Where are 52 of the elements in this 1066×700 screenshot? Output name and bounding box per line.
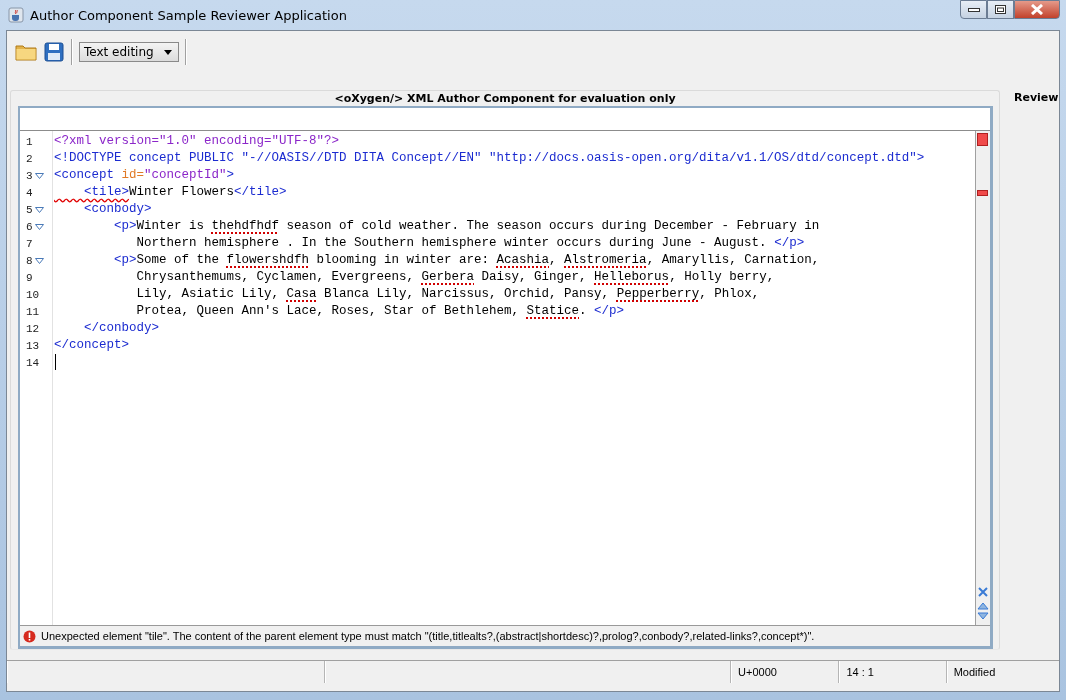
maximize-button[interactable] <box>987 0 1014 19</box>
code-line: <concept id="conceptId"> <box>53 167 236 184</box>
up-down-arrows-icon[interactable] <box>977 601 989 621</box>
code-line: Lily, Asiatic Lily, Casa Blanca Lily, Narcissus, Orchid, Pansy, Pepperberry, Phlox, <box>135 286 761 303</box>
code-line: Chrysanthemums, Cyclamen, Evergreens, Gerbera Daisy, Ginger, Helleborus, Holly berry, <box>135 269 776 286</box>
line-number: 3 <box>26 169 33 182</box>
minimize-icon <box>967 6 980 13</box>
line-number: 14 <box>26 356 40 369</box>
code-line: Protea, Queen Ann's Lace, Roses, Star of Bethlehem, Statice. </p> <box>135 303 626 320</box>
minimize-button[interactable] <box>960 0 987 19</box>
code-line: <?xml version="1.0" encoding="UTF-8"?> <box>53 133 341 150</box>
line-number: 4 <box>26 186 33 199</box>
error-marker[interactable] <box>977 133 988 146</box>
error-icon <box>23 629 36 643</box>
cursor-position: 14 : 1 <box>839 661 947 683</box>
error-message: Unexpected element "tile". The content of the parent element type must match "(title,titlealts?,(abstract|shortdesc)?,prolog?,conbody?,related-links?,concept*)". <box>41 630 815 642</box>
line-number: 1 <box>26 135 33 148</box>
line-number: 7 <box>26 237 33 250</box>
save-icon[interactable] <box>43 41 65 63</box>
caret-icon <box>163 49 172 55</box>
error-marker[interactable] <box>977 190 988 196</box>
document-status: Modified <box>946 661 1059 683</box>
code-line: <!DOCTYPE concept PUBLIC "-//OASIS//DTD DITA Concept//EN" "http://docs.oasis-open.org/dita/v1.1/OS/dtd/concept.dtd"> <box>53 150 926 167</box>
mode-dropdown[interactable]: Text editing <box>79 42 179 62</box>
line-number: 8 <box>26 254 33 267</box>
code-line: <tile>Winter Flowers</tile> <box>83 184 288 201</box>
fold-icon[interactable] <box>34 172 44 179</box>
maximize-icon <box>995 5 1006 14</box>
line-number: 2 <box>26 152 33 165</box>
text-cursor <box>55 354 56 370</box>
line-number: 6 <box>26 220 33 233</box>
code-line: <p>Some of the flowershdfh blooming in winter are: Acashia, Alstromeria, Amaryllis, Carnation, <box>113 252 821 269</box>
line-number: 12 <box>26 322 40 335</box>
line-number: 10 <box>26 288 40 301</box>
line-number: 5 <box>26 203 33 216</box>
code-line: Northern hemisphere . In the Southern hemisphere winter occurs during June - August. </p> <box>135 235 806 252</box>
window-title: Author Component Sample Reviewer Application <box>30 7 347 23</box>
line-number: 11 <box>26 305 40 318</box>
panel-header: <oXygen/> XML Author Component for evaluation only <box>333 91 677 106</box>
close-icon[interactable] <box>977 587 989 597</box>
line-number: 9 <box>26 271 33 284</box>
code-line: </conbody> <box>83 320 161 337</box>
code-line: <p>Winter is thehdfhdf season of cold weather. The season occurs during December - February in <box>113 218 821 235</box>
close-icon <box>1030 4 1044 15</box>
code-line: </concept> <box>53 337 130 354</box>
encoding-status: U+0000 <box>731 661 840 683</box>
line-number: 13 <box>26 339 40 352</box>
code-line: <conbody> <box>83 201 153 218</box>
review-panel-title: Review <box>1013 90 1059 105</box>
java-cup-icon <box>8 7 24 23</box>
fold-icon[interactable] <box>34 257 44 264</box>
close-button[interactable] <box>1014 0 1060 19</box>
